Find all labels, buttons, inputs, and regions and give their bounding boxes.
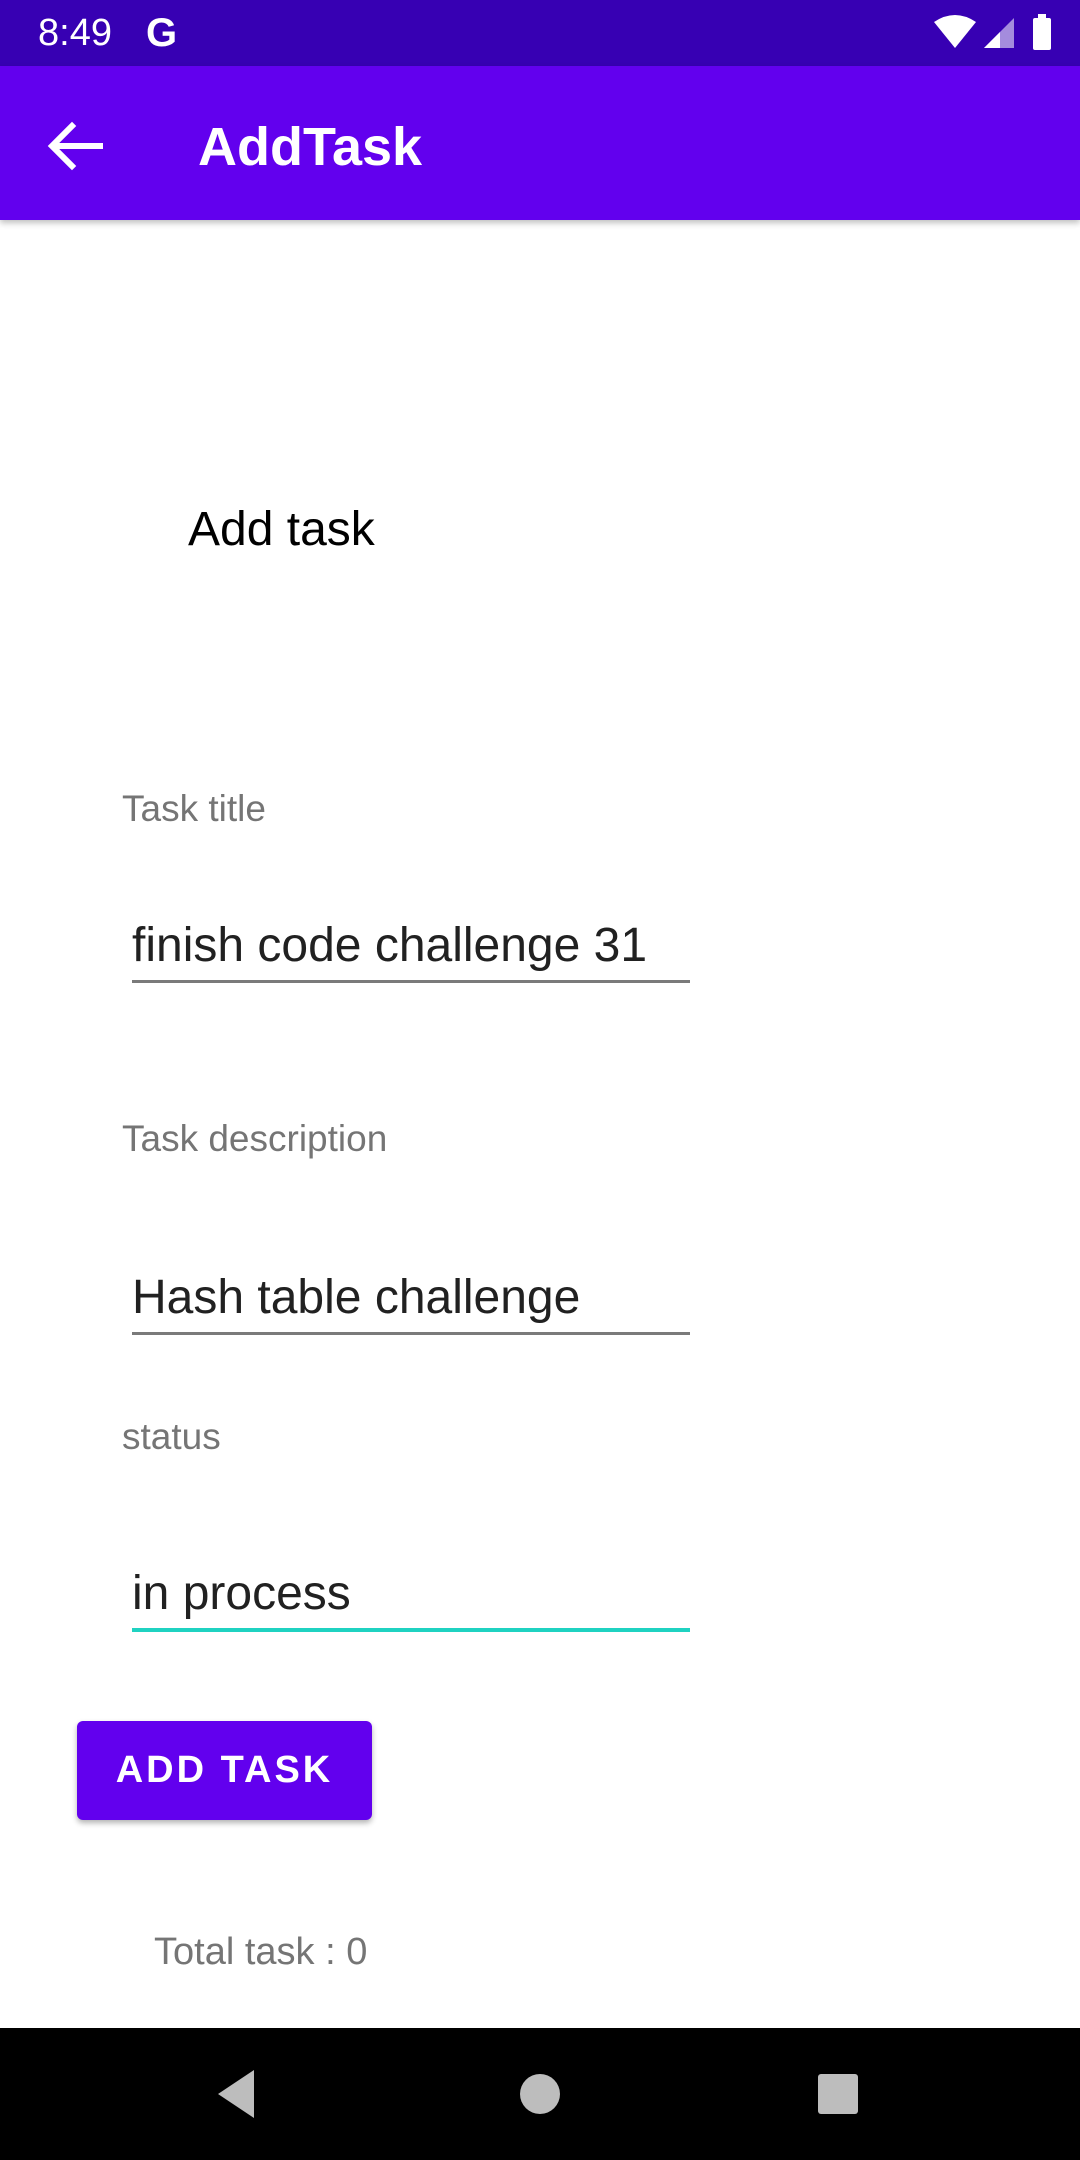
task-description-label: Task description xyxy=(122,1118,388,1159)
arrow-back-icon xyxy=(47,121,103,171)
page-heading: Add task xyxy=(188,503,375,556)
status-icons xyxy=(934,14,1054,52)
wifi-icon xyxy=(934,15,976,48)
recents-square-icon xyxy=(818,2074,858,2114)
total-task-count: Total task : 0 xyxy=(154,1931,368,1973)
nav-back-button[interactable] xyxy=(210,2064,270,2124)
app-title: AddTask xyxy=(198,117,423,177)
status-input[interactable] xyxy=(132,1558,690,1632)
back-triangle-icon xyxy=(218,2070,254,2118)
add-task-button[interactable]: ADD TASK xyxy=(77,1721,372,1820)
status-bar: 8:49 G xyxy=(0,0,1080,66)
navigation-bar xyxy=(0,2028,1080,2160)
cell-signal-icon xyxy=(984,18,1014,48)
task-title-input[interactable] xyxy=(132,910,690,983)
nav-recents-button[interactable] xyxy=(808,2064,868,2124)
status-time: 8:49 xyxy=(38,12,112,54)
app-bar: AddTask xyxy=(0,66,1080,220)
back-button[interactable] xyxy=(40,110,112,182)
task-description-input[interactable] xyxy=(132,1262,690,1335)
nav-home-button[interactable] xyxy=(510,2064,570,2124)
google-notification-icon: G xyxy=(146,11,178,55)
battery-icon xyxy=(1033,14,1051,50)
status-label: status xyxy=(122,1416,221,1457)
task-title-label: Task title xyxy=(122,788,266,829)
home-circle-icon xyxy=(520,2074,560,2114)
